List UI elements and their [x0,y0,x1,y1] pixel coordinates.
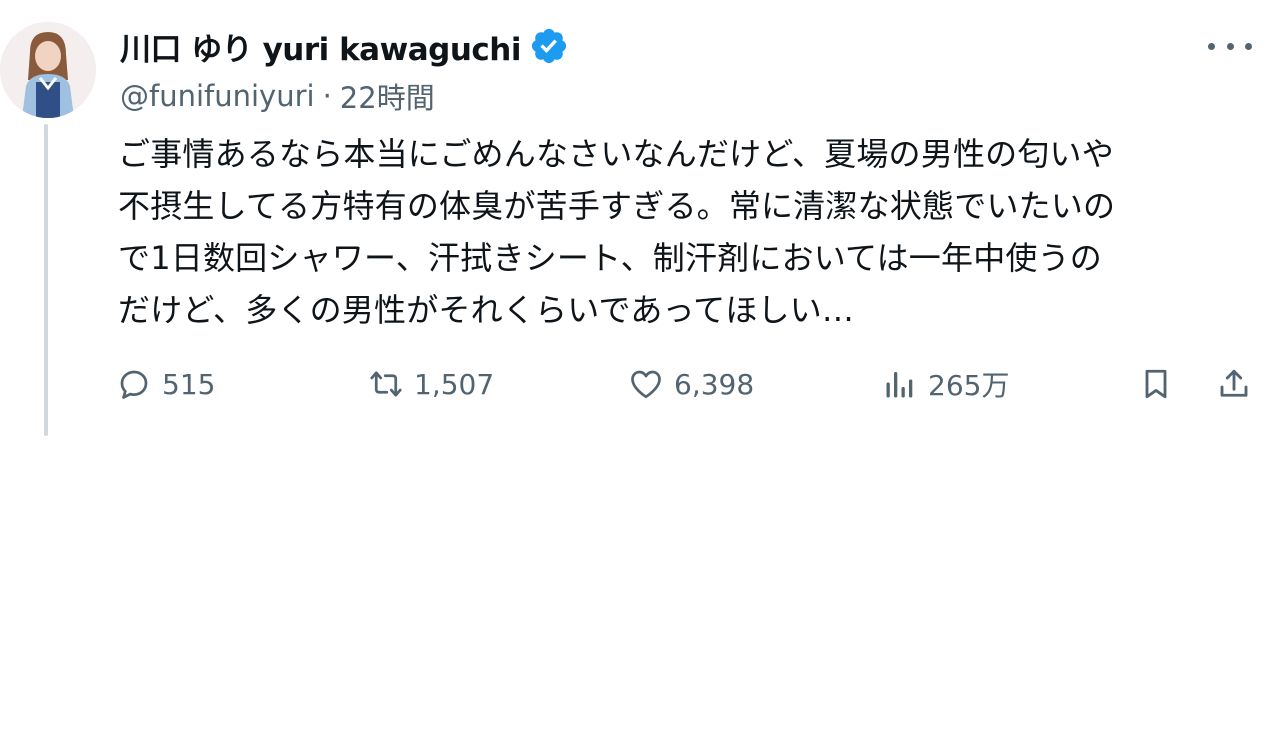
views-chart-icon [886,372,913,398]
reply-icon [120,370,148,399]
tweet-text-line: 不摂生してる方特有の体臭が苦手すぎる。常に清潔な状態でいたいの [118,187,1116,225]
like-count: 6,398 [674,367,755,401]
more-dot [1208,42,1215,50]
retweet-count: 1,507 [414,367,495,401]
handle-row: @funifuniyuri · 22時間 [120,76,435,116]
tweet-text-line: で1日数回シャワー、汗拭きシート、制汗剤においては一年中使うの [118,239,1103,277]
share-icon [1220,369,1248,397]
verified-badge-icon [529,26,569,66]
more-dots-icon[interactable] [1208,32,1252,60]
retweet-button[interactable]: 1,507 [368,356,494,412]
action-bar: 515 1,507 6,398 265万 [116,356,1262,412]
thread-line [44,124,48,436]
separator-dot: · [322,79,332,113]
author-name-row: 川口 ゆり yuri kawaguchi [120,22,569,70]
views-count: 265万 [928,369,1010,402]
like-button[interactable]: 6,398 [628,356,754,412]
share-button[interactable] [1216,356,1252,412]
tweet-text-line: ご事情あるなら本当にごめんなさいなんだけど、夏場の男性の匂いや [118,135,1114,173]
heart-icon [631,370,661,399]
views-button[interactable]: 265万 [882,356,1009,412]
tweet: 川口 ゆり yuri kawaguchi @funifuniyuri · 22時… [0,0,1280,736]
avatar-image [0,22,96,118]
bookmark-button[interactable] [1138,356,1174,412]
display-name[interactable]: 川口 ゆり yuri kawaguchi [120,24,522,69]
avatar[interactable] [0,22,96,118]
tweet-text: ご事情あるなら本当にごめんなさいなんだけど、夏場の男性の匂いや 不摂生してる方特… [118,128,1258,336]
more-dot [1226,42,1234,50]
retweet-icon [370,371,402,397]
tweet-text-line: だけど、多くの男性がそれくらいであってほしい… [118,291,855,329]
timestamp[interactable]: 22時間 [340,75,435,117]
handle[interactable]: @funifuniyuri [120,79,315,113]
bookmark-icon [1145,369,1167,399]
more-dot [1245,42,1252,50]
reply-count: 515 [162,367,216,401]
reply-button[interactable]: 515 [116,356,215,412]
